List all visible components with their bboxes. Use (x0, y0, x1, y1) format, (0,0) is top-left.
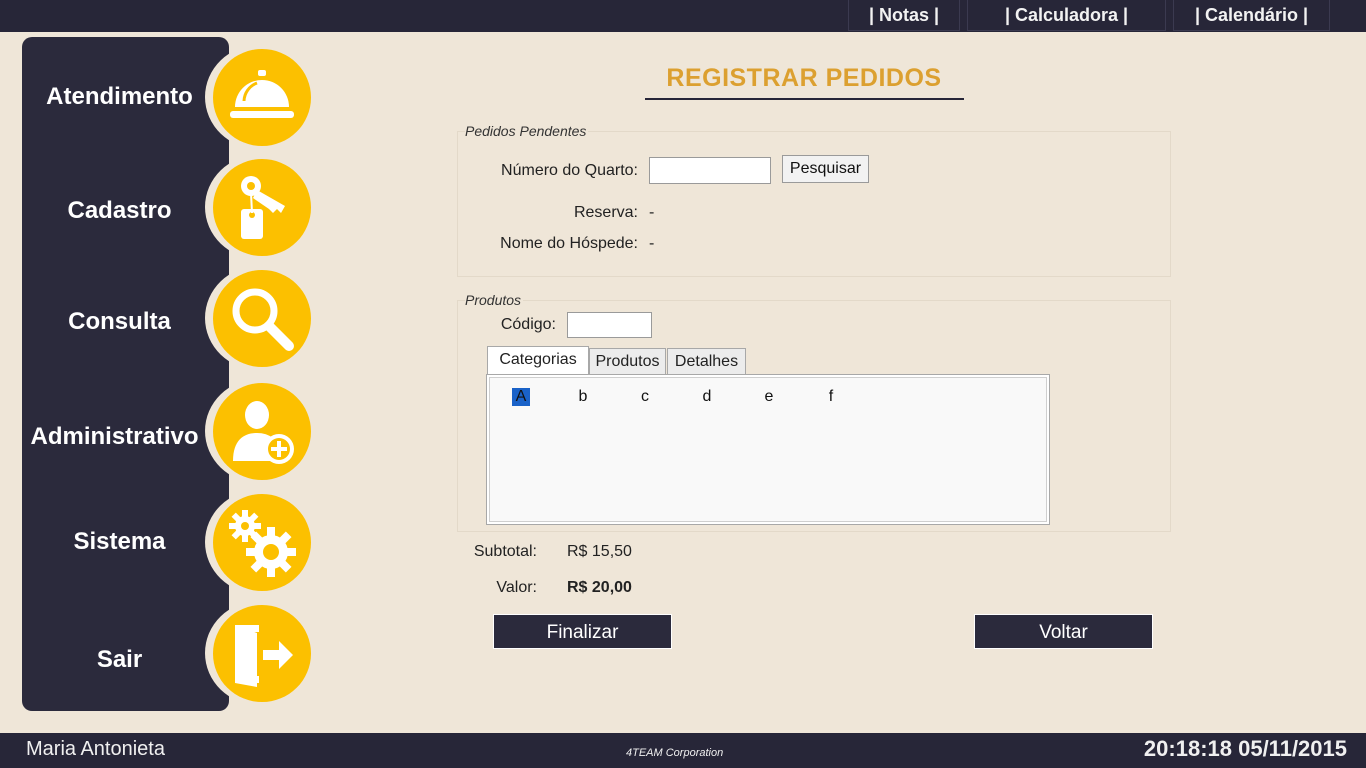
status-bar: Maria Antonieta 4TEAM Corporation 20:18:… (0, 733, 1366, 768)
categories-panel: A b c d e f (486, 374, 1050, 525)
exit-door-icon (213, 605, 311, 702)
service-bell-icon (213, 49, 311, 146)
calendar-button[interactable]: | Calendário | (1173, 0, 1330, 31)
reservation-value: - (649, 204, 655, 221)
search-button[interactable]: Pesquisar (782, 155, 869, 183)
sidebar-icon-ring (205, 155, 313, 259)
room-number-input[interactable] (649, 157, 771, 184)
sidebar-item-label: Consulta (68, 308, 171, 335)
sidebar-item-label: Administrativo (30, 423, 199, 450)
total-value-label: Valor: (496, 579, 537, 596)
pending-orders-legend: Pedidos Pendentes (465, 123, 589, 139)
sidebar-icon-ring (205, 45, 313, 149)
subtotal-value: R$ 15,50 (567, 543, 632, 560)
notes-button[interactable]: | Notas | (848, 0, 960, 31)
category-item[interactable]: d (698, 388, 716, 406)
subtotal-label: Subtotal: (473, 543, 537, 560)
sidebar-item-consulta[interactable]: Consulta (22, 266, 332, 370)
top-bar: | Notas | | Calculadora | | Calendário | (0, 0, 1366, 32)
company-name: 4TEAM Corporation (626, 747, 724, 759)
total-value: R$ 20,00 (567, 579, 632, 596)
categories-list: A b c d e f (489, 377, 1047, 522)
sidebar-item-sistema[interactable]: Sistema (22, 490, 332, 594)
datetime-display: 20:18:18 05/11/2015 (1143, 736, 1347, 761)
category-item[interactable]: A (512, 388, 530, 406)
category-item[interactable]: b (574, 388, 592, 406)
calculator-button[interactable]: | Calculadora | (967, 0, 1166, 31)
category-item[interactable]: e (760, 388, 778, 406)
logged-user-name: Maria Antonieta (26, 738, 165, 760)
sidebar-item-sair[interactable]: Sair (22, 601, 332, 705)
category-item[interactable]: f (822, 388, 840, 406)
sidebar-icon-ring (205, 379, 313, 483)
sidebar-icon-ring (205, 601, 313, 705)
tab-produtos[interactable]: Produtos (589, 348, 666, 375)
sidebar-item-label: Atendimento (46, 83, 193, 110)
sidebar-icon-ring (205, 266, 313, 370)
sidebar-icon-ring (205, 490, 313, 594)
category-item[interactable]: c (636, 388, 654, 406)
tab-categorias[interactable]: Categorias (487, 346, 589, 374)
reservation-label: Reserva: (573, 204, 638, 221)
back-button[interactable]: Voltar (974, 614, 1153, 649)
code-label: Código: (500, 316, 556, 333)
room-number-label: Número do Quarto: (501, 162, 638, 179)
magnifier-icon (213, 270, 311, 367)
sidebar-item-label: Sair (96, 646, 143, 673)
sidebar-item-cadastro[interactable]: Cadastro (22, 155, 332, 259)
sidebar-item-label: Sistema (73, 528, 166, 555)
code-input[interactable] (567, 312, 652, 338)
finish-button[interactable]: Finalizar (493, 614, 672, 649)
guest-name-value: - (649, 235, 655, 252)
key-tag-icon (213, 159, 311, 256)
products-legend: Produtos (465, 292, 524, 308)
sidebar-item-administrativo[interactable]: Administrativo (22, 379, 332, 483)
add-user-icon (213, 383, 311, 480)
gears-icon (213, 494, 311, 591)
guest-name-label: Nome do Hóspede: (500, 235, 638, 252)
title-underline (645, 98, 964, 100)
sidebar-item-atendimento[interactable]: Atendimento (22, 45, 332, 149)
page-title: REGISTRAR PEDIDOS (666, 64, 942, 92)
sidebar-item-label: Cadastro (67, 197, 172, 224)
tab-detalhes[interactable]: Detalhes (667, 348, 746, 375)
